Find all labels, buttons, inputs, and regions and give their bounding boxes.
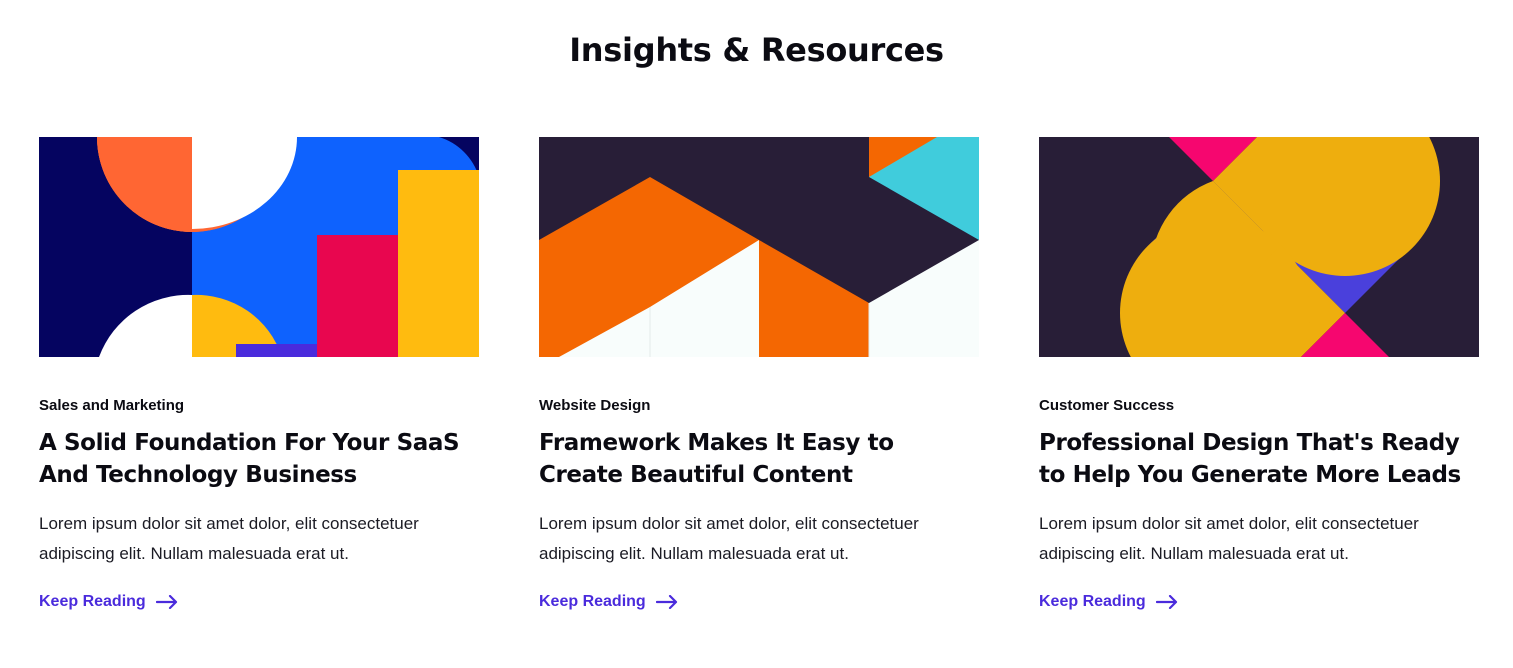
card-excerpt: Lorem ipsum dolor sit amet dolor, elit c… [39, 514, 419, 563]
keep-reading-link[interactable]: Keep Reading [539, 593, 678, 611]
card-category: Sales and Marketing [39, 397, 185, 414]
article-card-customer-success[interactable]: Customer Success Professional Design Tha… [1039, 137, 1479, 611]
abstract-geometric-illustration [539, 137, 979, 357]
section-title: Insights & Resources [569, 31, 944, 69]
card-excerpt: Lorem ipsum dolor sit amet dolor, elit c… [539, 514, 919, 563]
card-excerpt: Lorem ipsum dolor sit amet dolor, elit c… [1039, 514, 1419, 563]
keep-reading-link[interactable]: Keep Reading [39, 593, 178, 611]
keep-reading-link[interactable]: Keep Reading [1039, 593, 1178, 611]
article-card-sales-marketing[interactable]: Sales and Marketing A Solid Foundation F… [39, 137, 479, 611]
keep-reading-label: Keep Reading [39, 593, 146, 610]
card-category: Website Design [539, 397, 651, 414]
card-image-abstract-shapes[interactable] [539, 137, 979, 357]
keep-reading-label: Keep Reading [1039, 593, 1146, 610]
card-title[interactable]: A Solid Foundation For Your SaaS And Tec… [39, 427, 479, 491]
arrow-right-icon [155, 595, 177, 609]
card-title[interactable]: Professional Design That's Ready to Help… [1039, 427, 1479, 491]
card-image-abstract-shapes[interactable] [39, 137, 479, 357]
article-card-website-design[interactable]: Website Design Framework Makes It Easy t… [539, 137, 979, 611]
abstract-geometric-illustration [39, 137, 479, 357]
card-category: Customer Success [1039, 397, 1175, 414]
card-image-abstract-shapes[interactable] [1039, 137, 1479, 357]
abstract-geometric-illustration [1039, 137, 1479, 357]
arrow-right-icon [655, 595, 677, 609]
card-title[interactable]: Framework Makes It Easy to Create Beauti… [539, 427, 979, 491]
keep-reading-label: Keep Reading [539, 593, 646, 610]
arrow-right-icon [1155, 595, 1177, 609]
